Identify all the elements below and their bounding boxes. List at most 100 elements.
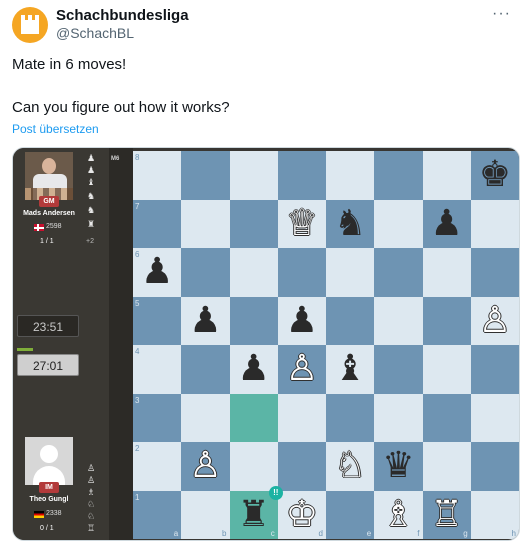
white-bishop-icon[interactable]: ♗ xyxy=(374,491,422,540)
square-c2[interactable] xyxy=(229,442,278,491)
square-h3[interactable] xyxy=(470,393,519,442)
square-b7[interactable] xyxy=(181,199,230,248)
square-b3[interactable] xyxy=(181,393,230,442)
account-avatar[interactable] xyxy=(12,7,48,43)
square-e7[interactable]: ♞ xyxy=(326,199,375,249)
square-d3[interactable] xyxy=(277,393,326,442)
square-h5[interactable]: ♙ xyxy=(470,296,519,346)
black-pawn-icon[interactable]: ♟ xyxy=(230,345,278,394)
square-g8[interactable] xyxy=(422,151,471,200)
white-pawn-icon[interactable]: ♙ xyxy=(471,297,519,346)
black-knight-icon[interactable]: ♞ xyxy=(326,200,374,249)
denmark-flag-icon xyxy=(34,224,44,231)
square-b4[interactable] xyxy=(181,345,230,394)
square-h8[interactable]: ♚ xyxy=(470,151,519,200)
white-pawn-icon[interactable]: ♙ xyxy=(181,442,229,491)
square-f2[interactable]: ♛ xyxy=(374,442,423,491)
captured-piece-icon: ♞ xyxy=(86,205,96,215)
square-g3[interactable] xyxy=(422,393,471,442)
square-g6[interactable] xyxy=(422,248,471,297)
square-d1[interactable]: d ♔ xyxy=(277,490,326,540)
black-pawn-icon[interactable]: ♟ xyxy=(133,248,181,297)
translate-post-link[interactable]: Post übersetzen xyxy=(12,122,99,136)
file-label: h xyxy=(511,529,516,538)
square-d7[interactable]: ♕ xyxy=(277,199,326,249)
square-e3[interactable] xyxy=(326,393,375,442)
square-e2[interactable]: ♘ xyxy=(326,442,375,491)
square-d6[interactable] xyxy=(277,248,326,297)
square-e4[interactable]: ♝ xyxy=(326,345,375,394)
chess-board[interactable]: 8 ♚ 7 ♕ ♞ ♟ 6 ♟ 5 ♟ ♟ ♙ 4 ♟ ♙ ♝ 3 2 ♙ ♘ ♛ 1 a b c ♜ d ♔ e f ♗ g ♖ h!! xyxy=(133,151,519,539)
square-a7[interactable]: 7 xyxy=(133,199,182,248)
white-rook-icon[interactable]: ♖ xyxy=(423,491,471,540)
square-a4[interactable]: 4 xyxy=(133,345,182,394)
square-b1[interactable]: b xyxy=(181,490,230,539)
square-e6[interactable] xyxy=(326,248,375,297)
white-pawn-icon[interactable]: ♙ xyxy=(278,345,326,394)
square-a5[interactable]: 5 xyxy=(133,296,182,345)
white-king-icon[interactable]: ♔ xyxy=(278,491,326,540)
white-knight-icon[interactable]: ♘ xyxy=(326,442,374,491)
square-f3[interactable] xyxy=(374,393,423,442)
square-e1[interactable]: e xyxy=(326,490,375,539)
square-f4[interactable] xyxy=(374,345,423,394)
player-score-white: 0 / 1 xyxy=(40,525,54,532)
black-bishop-icon[interactable]: ♝ xyxy=(326,345,374,394)
user-handle[interactable]: @SchachBL xyxy=(56,25,134,41)
square-c6[interactable] xyxy=(229,248,278,297)
player-panel: GM Mads Andersen 2598 1 / 1 ♟ ♟ ♝ ♞ ♞ ♜ … xyxy=(13,148,121,540)
captured-piece-icon: ♘ xyxy=(86,511,96,521)
square-c5[interactable] xyxy=(229,296,278,345)
square-e8[interactable] xyxy=(326,151,375,200)
square-c7[interactable] xyxy=(229,199,278,248)
file-label: b xyxy=(222,529,227,538)
square-f7[interactable] xyxy=(374,199,423,248)
square-g2[interactable] xyxy=(422,442,471,491)
square-d5[interactable]: ♟ xyxy=(277,296,326,346)
square-d2[interactable] xyxy=(277,442,326,491)
square-g1[interactable]: g ♖ xyxy=(422,490,471,540)
square-g5[interactable] xyxy=(422,296,471,345)
square-d4[interactable]: ♙ xyxy=(277,345,326,394)
player-score-black: 1 / 1 xyxy=(40,238,54,245)
display-name[interactable]: Schachbundesliga xyxy=(56,7,189,24)
square-f8[interactable] xyxy=(374,151,423,200)
tweet-media-image[interactable]: GM Mads Andersen 2598 1 / 1 ♟ ♟ ♝ ♞ ♞ ♜ … xyxy=(12,147,520,541)
square-h4[interactable] xyxy=(470,345,519,394)
square-b5[interactable]: ♟ xyxy=(181,296,230,346)
player-photo-white xyxy=(25,437,73,485)
square-h7[interactable] xyxy=(470,199,519,248)
square-f6[interactable] xyxy=(374,248,423,297)
square-c3[interactable] xyxy=(229,393,278,442)
square-b2[interactable]: ♙ xyxy=(181,442,230,491)
square-a3[interactable]: 3 xyxy=(133,393,182,442)
more-options-button[interactable]: ··· xyxy=(492,5,511,23)
white-queen-icon[interactable]: ♕ xyxy=(278,200,326,249)
square-a1[interactable]: 1a xyxy=(133,490,182,539)
square-h1[interactable]: h xyxy=(470,490,519,539)
square-b6[interactable] xyxy=(181,248,230,297)
square-f5[interactable] xyxy=(374,296,423,345)
square-h2[interactable] xyxy=(470,442,519,491)
square-g7[interactable]: ♟ xyxy=(422,199,471,249)
square-b8[interactable] xyxy=(181,151,230,200)
black-pawn-icon[interactable]: ♟ xyxy=(423,200,471,249)
square-f1[interactable]: f ♗ xyxy=(374,490,423,540)
square-a8[interactable]: 8 xyxy=(133,151,182,200)
tweet-text-line: Can you figure out how it works? xyxy=(12,99,230,116)
black-king-icon[interactable]: ♚ xyxy=(471,151,519,200)
black-pawn-icon[interactable]: ♟ xyxy=(278,297,326,346)
black-queen-icon[interactable]: ♛ xyxy=(374,442,422,491)
square-c4[interactable]: ♟ xyxy=(229,345,278,394)
square-g4[interactable] xyxy=(422,345,471,394)
captured-piece-icon: ♗ xyxy=(86,487,96,497)
square-e5[interactable] xyxy=(326,296,375,345)
player-rating-black: 2598 xyxy=(46,223,62,230)
file-label: e xyxy=(366,529,372,538)
square-a2[interactable]: 2 xyxy=(133,442,182,491)
square-c8[interactable] xyxy=(229,151,278,200)
square-d8[interactable] xyxy=(277,151,326,200)
square-h6[interactable] xyxy=(470,248,519,297)
square-a6[interactable]: 6 ♟ xyxy=(133,248,182,297)
black-pawn-icon[interactable]: ♟ xyxy=(181,297,229,346)
